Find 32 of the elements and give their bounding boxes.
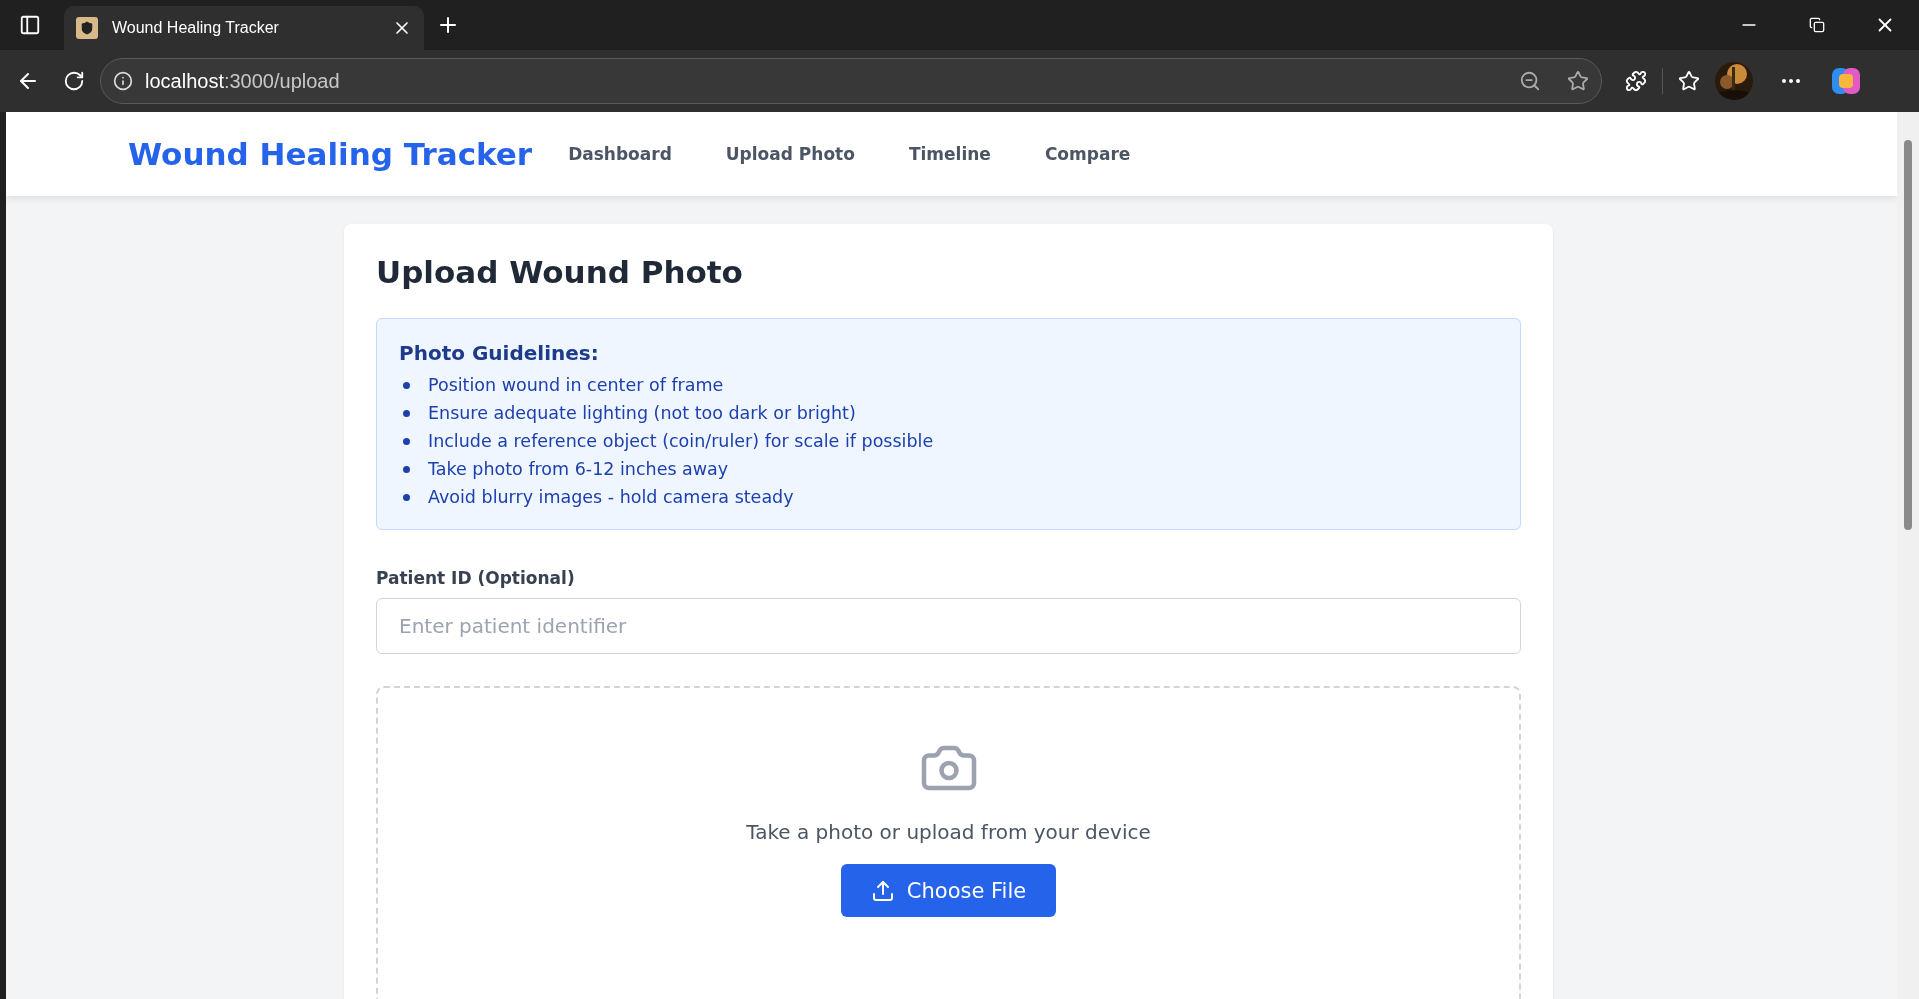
nav-link[interactable]: Dashboard	[568, 144, 672, 164]
upload-icon	[870, 878, 895, 903]
page-title: Upload Wound Photo	[376, 254, 744, 290]
shield-icon	[76, 17, 98, 39]
brand-title[interactable]: Wound Healing Tracker	[128, 136, 533, 172]
guideline-text: Avoid blurry images - hold camera steady	[428, 487, 794, 507]
url-path: :3000/upload	[223, 69, 340, 92]
nav-link[interactable]: Timeline	[908, 144, 991, 164]
patient-id-field[interactable]: Enter patient identifier	[376, 598, 1521, 654]
choose-file-button[interactable]: Choose File	[840, 864, 1057, 917]
nav-link[interactable]: Upload Photo	[725, 144, 855, 164]
dropzone-text: Take a photo or upload from your device	[746, 820, 1151, 844]
bullet-icon	[403, 465, 410, 473]
guideline-text: Take photo from 6-12 inches away	[428, 459, 729, 479]
url-host: localhost	[145, 69, 224, 92]
browser-tab[interactable]: Wound Healing Tracker	[64, 6, 424, 50]
bullet-icon	[403, 493, 410, 501]
scrollbar[interactable]	[1897, 112, 1919, 999]
address-bar[interactable]: localhost:3000/upload	[100, 58, 1602, 104]
bullet-icon	[403, 409, 410, 417]
field-label: Patient ID (Optional)	[376, 568, 576, 588]
guidelines-heading: Photo Guidelines:	[399, 341, 600, 365]
guideline-text: Position wound in center of frame	[428, 375, 724, 395]
bullet-icon	[403, 437, 410, 445]
dropzone[interactable]: Take a photo or upload from your device Choose File	[376, 686, 1521, 999]
star-icon[interactable]	[1567, 70, 1589, 92]
zoom-out-icon[interactable]	[1519, 70, 1541, 92]
guideline-text: Include a reference object (coin/ruler) for scale if possible	[428, 431, 934, 451]
info-icon[interactable]	[113, 71, 133, 91]
bullet-icon	[403, 381, 410, 389]
guideline-text: Ensure adequate lighting (not too dark or bright)	[428, 403, 856, 423]
nav-link[interactable]: Compare	[1044, 144, 1131, 164]
